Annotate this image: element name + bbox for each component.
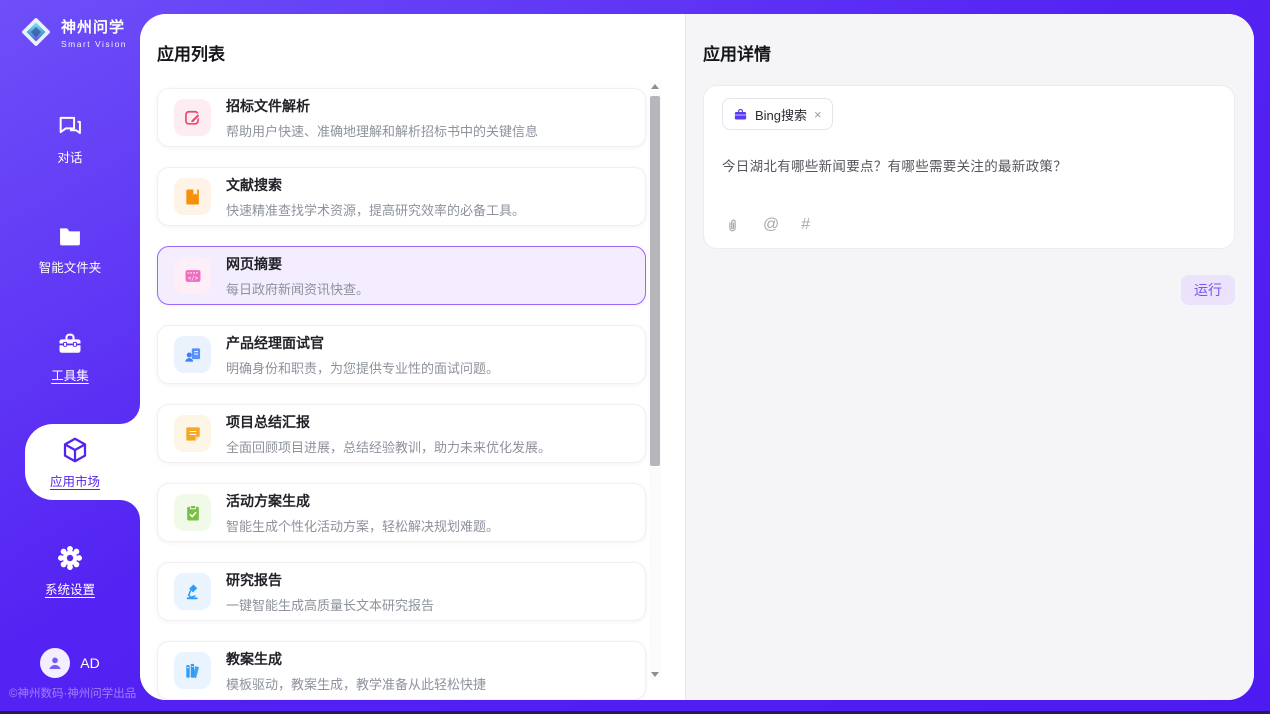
research-icon [174,573,211,610]
run-button[interactable]: 运行 [1181,275,1235,305]
app-card-project-summary[interactable]: 项目总结汇报 全面回顾项目进展，总结经验教训，助力未来优化发展。 [157,404,646,463]
app-card-title: 项目总结汇报 [226,412,551,432]
brand-logo: 神州问学 Smart Vision [18,14,127,50]
prompt-toolbar: @ # [724,216,810,234]
briefcase-icon [733,107,748,122]
hash-icon[interactable]: # [801,216,810,234]
folder-icon [56,222,84,250]
interviewer-icon [174,336,211,373]
app-card-title: 教案生成 [226,649,486,669]
sidebar-item-label: 智能文件夹 [0,257,140,276]
sidebar: 神州问学 Smart Vision 对话 智能文件夹 [0,0,140,714]
avatar [40,648,70,678]
app-card-title: 文献搜索 [226,175,525,195]
app-card-description: 一键智能生成高质量长文本研究报告 [226,595,434,614]
app-card-description: 每日政府新闻资讯快查。 [226,279,369,298]
app-card-description: 智能生成个性化活动方案，轻松解决规划难题。 [226,516,499,535]
app-card-description: 模板驱动，教案生成，教学准备从此轻松快捷 [226,674,486,693]
app-detail-pane: 应用详情 Bing搜索 × 今日湖北有哪些新闻要点？有哪些需要关注的最新政策？ [685,14,1254,700]
app-card-lesson-plan[interactable]: 教案生成 模板驱动，教案生成，教学准备从此轻松快捷 [157,641,646,700]
app-list-title: 应用列表 [157,40,685,65]
book-icon [174,178,211,215]
app-detail-title: 应用详情 [703,40,1235,65]
app-card-bid-document-parsing[interactable]: 招标文件解析 帮助用户快速、准确地理解和解析招标书中的关键信息 [157,88,646,147]
sidebar-item-settings[interactable]: 系统设置 [0,544,140,598]
user-icon [46,654,64,672]
app-card-web-summary[interactable]: </> 网页摘要 每日政府新闻资讯快查。 [157,246,646,305]
app-window: 神州问学 Smart Vision 对话 智能文件夹 [0,0,1270,714]
sidebar-item-label: 应用市场 [50,471,100,490]
main-panel: 应用列表 招标文件解析 帮助用户快速、准确地理解和解析招标书中的关键信息 [140,14,1254,700]
web-code-icon: </> [174,257,211,294]
sidebar-item-toolset[interactable]: 工具集 [0,330,140,384]
cube-icon [60,435,90,465]
svg-text:</>: </> [187,275,198,281]
app-card-description: 全面回顾项目进展，总结经验教训，助力未来优化发展。 [226,437,551,456]
books-icon [174,652,211,689]
prompt-card: Bing搜索 × 今日湖北有哪些新闻要点？有哪些需要关注的最新政策？ @ # [703,85,1235,249]
tool-chip-label: Bing搜索 [755,105,807,124]
sidebar-item-label: 对话 [0,147,140,166]
sidebar-item-label: 系统设置 [0,579,140,598]
brand-name: 神州问学 [61,16,127,37]
paperclip-icon[interactable] [724,217,741,234]
sidebar-item-smart-folder[interactable]: 智能文件夹 [0,222,140,276]
sidebar-item-app-market[interactable]: 应用市场 [25,404,140,520]
prompt-input[interactable]: 今日湖北有哪些新闻要点？有哪些需要关注的最新政策？ [722,155,1216,175]
gear-icon [56,544,84,572]
app-list-scrollbar [649,80,661,680]
scrollbar-up-button[interactable] [649,80,661,92]
sidebar-item-label: 工具集 [0,365,140,384]
clipboard-check-icon [174,494,211,531]
user-initials: AD [80,655,99,671]
user-account[interactable]: AD [0,648,140,678]
edit-document-icon [174,99,211,136]
app-card-activity-plan[interactable]: 活动方案生成 智能生成个性化活动方案，轻松解决规划难题。 [157,483,646,542]
toolbox-icon [56,330,84,358]
app-card-description: 快速精准查找学术资源，提高研究效率的必备工具。 [226,200,525,219]
chat-icon [56,112,84,140]
scrollbar-down-button[interactable] [649,668,661,680]
app-card-title: 活动方案生成 [226,491,499,511]
app-card-research-report[interactable]: 研究报告 一键智能生成高质量长文本研究报告 [157,562,646,621]
app-list-pane: 应用列表 招标文件解析 帮助用户快速、准确地理解和解析招标书中的关键信息 [140,14,685,700]
app-card-description: 帮助用户快速、准确地理解和解析招标书中的关键信息 [226,121,538,140]
note-icon [174,415,211,452]
app-card-list: 招标文件解析 帮助用户快速、准确地理解和解析招标书中的关键信息 文献搜索 快速精… [157,88,646,700]
scrollbar-thumb[interactable] [650,96,660,466]
app-card-title: 研究报告 [226,570,434,590]
app-card-pm-interviewer[interactable]: 产品经理面试官 明确身份和职责，为您提供专业性的面试问题。 [157,325,646,384]
app-card-title: 招标文件解析 [226,96,538,116]
app-card-title: 产品经理面试官 [226,333,499,353]
sidebar-item-chat[interactable]: 对话 [0,112,140,166]
chip-close-icon[interactable]: × [814,108,822,121]
app-card-description: 明确身份和职责，为您提供专业性的面试问题。 [226,358,499,377]
tool-chip-bing-search[interactable]: Bing搜索 × [722,98,833,130]
app-card-title: 网页摘要 [226,254,369,274]
app-card-literature-search[interactable]: 文献搜索 快速精准查找学术资源，提高研究效率的必备工具。 [157,167,646,226]
copyright-footer: ©神州数码·神州问学出品 [9,685,141,701]
brand-subtitle: Smart Vision [61,39,127,49]
mention-icon[interactable]: @ [763,216,779,234]
brand-diamond-icon [18,14,54,50]
